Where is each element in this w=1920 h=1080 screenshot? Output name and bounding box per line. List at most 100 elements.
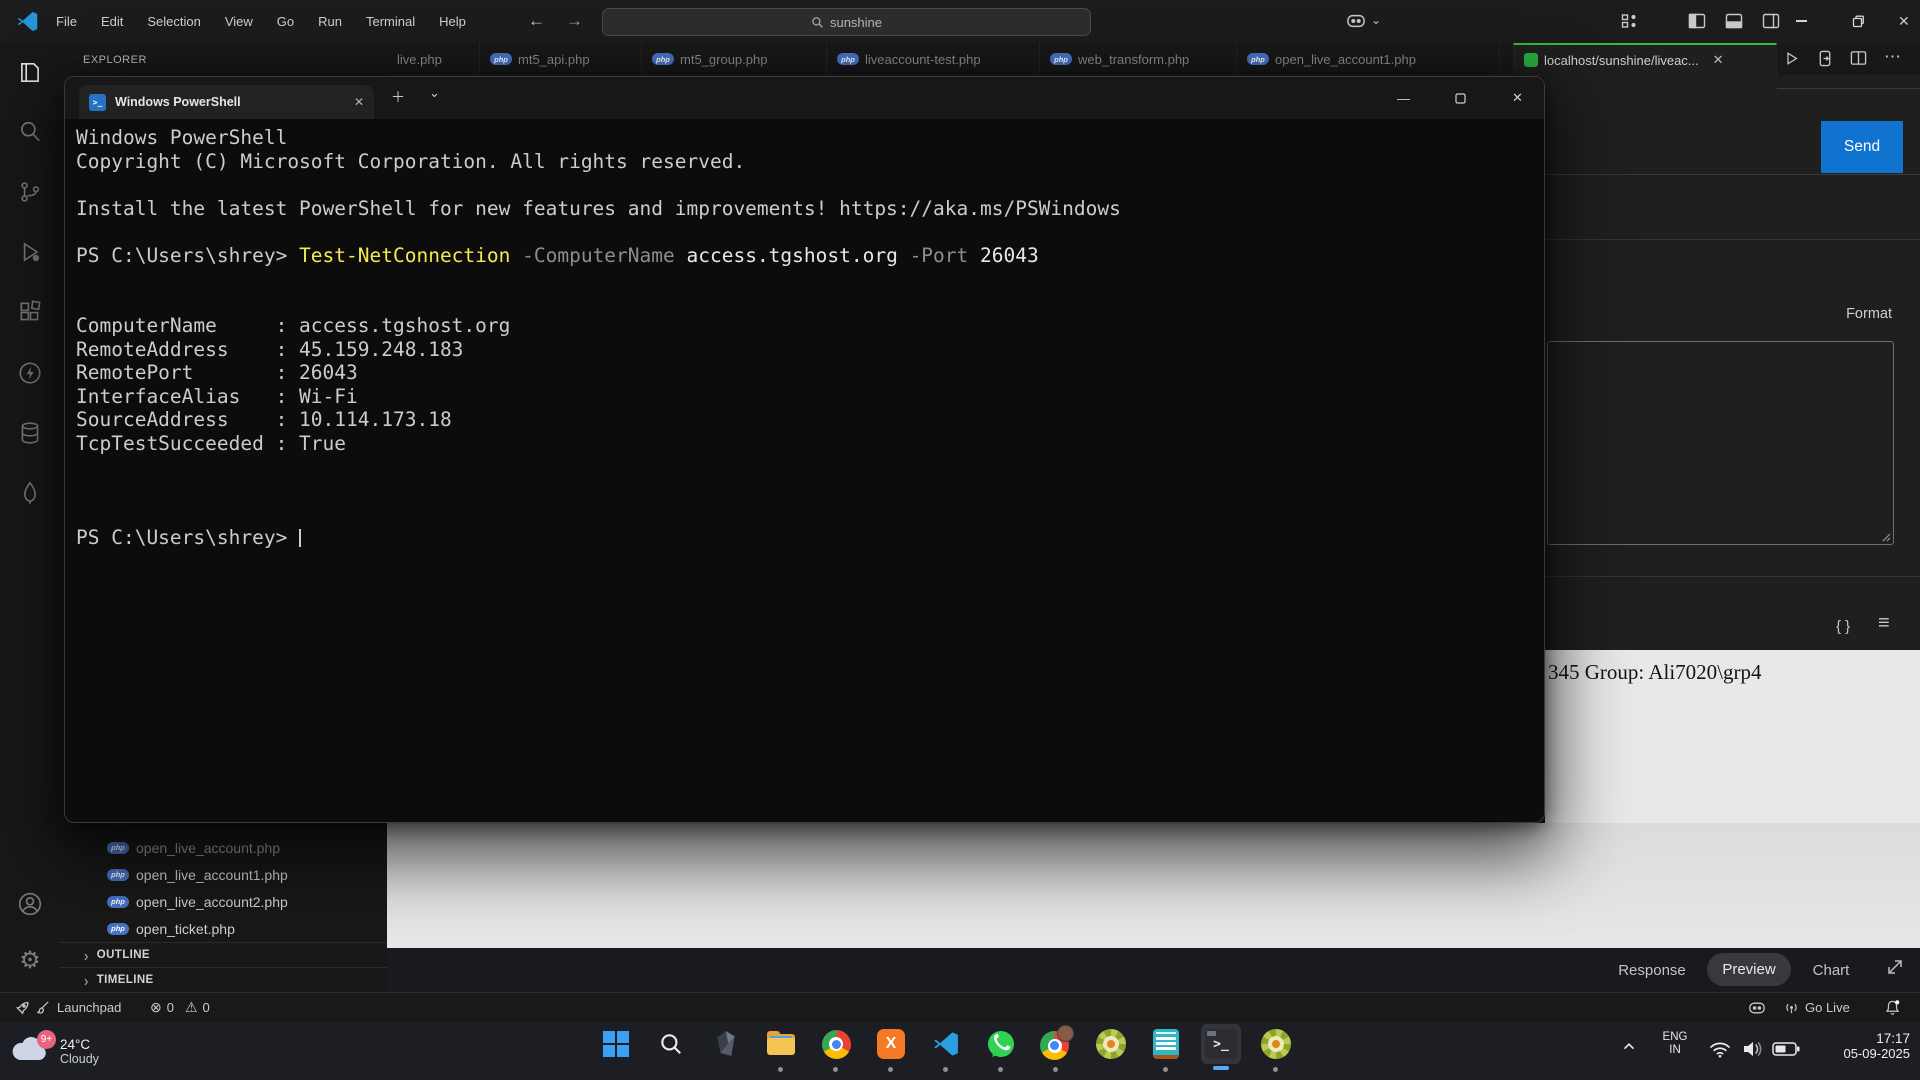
timeline-section[interactable]: › TIMELINE [59,967,387,992]
source-control-icon[interactable] [17,179,43,205]
terminal-cursor [299,529,301,547]
terminal-app-button[interactable]: >_ [1201,1024,1241,1064]
new-tab-icon[interactable]: ＋ [391,87,405,107]
window-restore-button[interactable] [1852,15,1865,28]
notifications-bell-icon[interactable] [1884,993,1901,1022]
go-live-status-item[interactable]: Go Live [1784,993,1850,1022]
weather-temp: 24°C [60,1037,99,1052]
menu-edit[interactable]: Edit [89,0,135,43]
resize-handle-icon[interactable] [1881,532,1891,542]
language-indicator[interactable]: ENG IN [1655,1031,1695,1057]
run-on-device-icon[interactable] [1817,50,1833,67]
format-json-icon[interactable]: { } [1836,618,1850,635]
tab-preview[interactable]: Preview [1707,953,1791,986]
broadcast-icon [1784,1000,1799,1015]
settings-gear-icon[interactable]: ⚙ [17,948,43,974]
search-input[interactable]: sunshine [602,8,1091,36]
window-minimize-button[interactable] [1796,20,1807,22]
chrome-profile-button[interactable] [1036,1024,1076,1064]
result-remoteaddress: RemoteAddress : 45.159.248.183 [76,338,463,361]
xampp-button[interactable]: X [871,1024,911,1064]
chrome-icon [822,1030,851,1059]
clock-widget[interactable]: 17:17 05-09-2025 [1808,1031,1910,1061]
vscode-button[interactable] [926,1024,966,1064]
file-explorer-button[interactable] [761,1024,801,1064]
terminal-minimize-button[interactable]: — [1375,77,1432,119]
outline-section[interactable]: › OUTLINE [59,942,387,967]
obsidian-app-button[interactable] [706,1024,746,1064]
terminal-output[interactable]: Windows PowerShell Copyright (C) Microso… [76,126,1121,549]
green-app-button[interactable] [1091,1024,1131,1064]
account-icon[interactable] [17,891,43,917]
nav-back-icon[interactable]: ← [528,11,545,31]
run-debug-icon[interactable] [17,239,43,265]
tray-chevron-icon[interactable] [1620,1037,1638,1055]
menu-view[interactable]: View [213,0,265,43]
copilot-chevron-icon[interactable]: ⌄ [1371,13,1381,27]
file-open-live-account-php[interactable]: php open_live_account.php [59,834,387,861]
powershell-titlebar[interactable]: >_ Windows PowerShell ✕ ＋ ⌄ — ✕ [65,77,1544,119]
launchpad-status-item[interactable]: Launchpad [14,993,121,1022]
tab-open-live-account1-php[interactable]: phpopen_live_account1.php [1237,43,1500,75]
menu-help[interactable]: Help [427,0,478,43]
running-dot [888,1067,893,1072]
copilot-status-icon[interactable] [1747,993,1767,1022]
explorer-icon[interactable] [17,60,43,86]
tab-close-icon[interactable]: ✕ [1713,52,1724,68]
request-body-textarea[interactable] [1547,341,1894,545]
menu-selection[interactable]: Selection [135,0,212,43]
volume-icon[interactable] [1740,1038,1764,1060]
window-close-button[interactable]: ✕ [1898,13,1910,30]
chrome-button[interactable] [816,1024,856,1064]
menu-run[interactable]: Run [306,0,354,43]
file-open-ticket-php[interactable]: php open_ticket.php [59,915,387,942]
send-button[interactable]: Send [1821,121,1903,173]
menu-lines-icon[interactable]: ≡ [1878,612,1890,635]
tab-mt5-api-php[interactable]: phpmt5_api.php [480,43,642,75]
notepad-button[interactable] [1146,1024,1186,1064]
menu-terminal[interactable]: Terminal [354,0,427,43]
tab-close-icon[interactable]: ✕ [354,95,364,109]
menu-go[interactable]: Go [265,0,306,43]
whatsapp-button[interactable] [981,1024,1021,1064]
tab-dropdown-icon[interactable]: ⌄ [429,85,440,101]
mongodb-icon[interactable] [17,480,43,506]
tab-mt5-group-php[interactable]: phpmt5_group.php [642,43,827,75]
tab-localhost-preview[interactable]: localhost/sunshine/liveac... ✕ [1513,43,1777,75]
search-view-icon[interactable] [17,119,43,145]
battery-icon[interactable] [1772,1041,1800,1057]
run-file-icon[interactable] [1783,50,1800,67]
tab-liveaccount-test-php[interactable]: phpliveaccount-test.php [827,43,1040,75]
green-app2-button[interactable] [1256,1024,1296,1064]
more-actions-icon[interactable]: ⋯ [1884,47,1901,67]
toggle-sidebar-icon[interactable] [1688,13,1706,29]
expand-diagonal-icon[interactable] [1884,956,1906,978]
tab-live-php[interactable]: live.php [387,43,480,75]
search-text: sunshine [830,15,882,30]
terminal-close-button[interactable]: ✕ [1489,77,1546,119]
php-icon: php [107,869,129,881]
file-open-live-account2-php[interactable]: php open_live_account2.php [59,888,387,915]
customize-layout-icon[interactable] [1621,13,1638,29]
errors-icon: ⊗ [150,999,162,1016]
file-open-live-account1-php[interactable]: php open_live_account1.php [59,861,387,888]
tab-response[interactable]: Response [1602,958,1702,982]
nav-forward-icon[interactable]: → [566,11,583,31]
copilot-icon[interactable] [1345,12,1367,30]
extensions-icon[interactable] [17,299,43,325]
tab-chart[interactable]: Chart [1796,958,1866,982]
database-icon[interactable] [17,420,43,446]
toggle-secondary-sidebar-icon[interactable] [1762,13,1780,29]
weather-widget[interactable]: 9+ 24°C Cloudy [10,1027,190,1075]
thunder-client-icon[interactable] [17,360,43,386]
split-editor-icon[interactable] [1850,50,1867,66]
terminal-maximize-button[interactable] [1432,77,1489,119]
wifi-icon[interactable] [1708,1039,1732,1059]
start-button[interactable] [596,1024,636,1064]
powershell-tab[interactable]: >_ Windows PowerShell ✕ [79,85,374,119]
toggle-panel-icon[interactable] [1725,13,1743,29]
menu-file[interactable]: File [44,0,89,43]
problems-status-item[interactable]: ⊗ 0 ⚠ 0 [150,993,210,1022]
tab-web-transform-php[interactable]: phpweb_transform.php [1040,43,1237,75]
taskbar-search-button[interactable] [651,1024,691,1064]
